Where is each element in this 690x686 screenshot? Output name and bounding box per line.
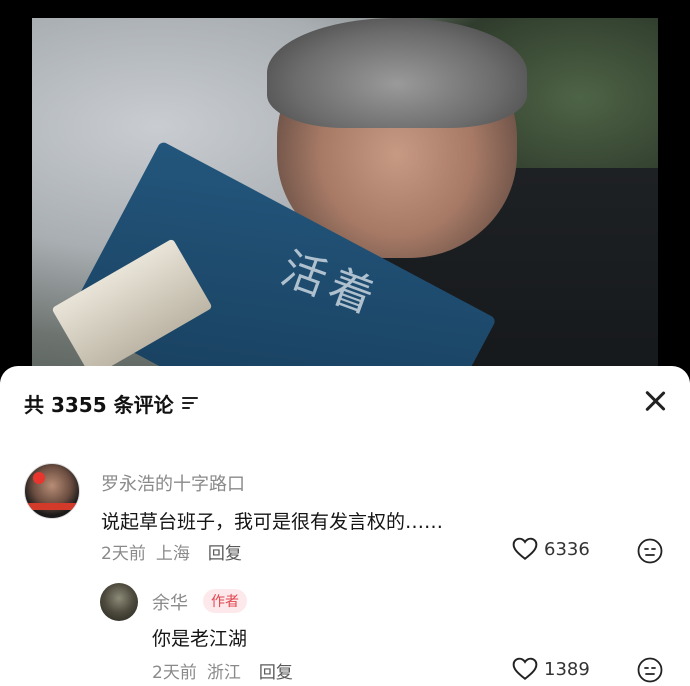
- dislike-face-icon[interactable]: [637, 538, 663, 564]
- comment-nickname[interactable]: 罗永浩的十字路口: [101, 470, 245, 496]
- reply-nickname[interactable]: 余华: [152, 589, 188, 615]
- close-icon[interactable]: [642, 388, 668, 414]
- reply-button[interactable]: 回复: [208, 539, 242, 564]
- comment-location: 上海: [155, 544, 190, 564]
- comment-count: 共 3355 条评论: [24, 392, 174, 417]
- like-button[interactable]: 6336: [512, 537, 590, 561]
- comment-time: 2天前: [101, 544, 146, 564]
- heart-icon: [512, 537, 538, 560]
- avatar-badge: [33, 472, 45, 484]
- author-tag: 作者: [203, 589, 247, 613]
- dislike-face-icon[interactable]: [637, 657, 663, 683]
- reply-like-count: 1389: [544, 658, 590, 680]
- reply-text[interactable]: 你是老江湖: [152, 624, 247, 651]
- reply-avatar[interactable]: [100, 583, 138, 621]
- reply-time: 2天前: [152, 663, 197, 683]
- reply-meta: 2天前 浙江 回复: [152, 658, 293, 683]
- filter-icon[interactable]: [181, 396, 198, 410]
- like-count: 6336: [544, 538, 590, 560]
- comment-count-header[interactable]: 共 3355 条评论: [24, 388, 198, 418]
- comment-meta: 2天前 上海 回复: [101, 539, 242, 564]
- reply-location: 浙江: [206, 663, 241, 683]
- reply-reply-button[interactable]: 回复: [259, 658, 293, 683]
- avatar-strip: [25, 503, 79, 510]
- heart-icon: [512, 657, 538, 680]
- video-player[interactable]: 活着: [0, 0, 690, 380]
- reply-like-button[interactable]: 1389: [512, 657, 590, 681]
- comment-text[interactable]: 说起草台班子，我可是很有发言权的……: [101, 507, 443, 534]
- avatar[interactable]: [24, 463, 80, 519]
- video-frame[interactable]: 活着: [32, 18, 658, 380]
- comment-sheet: 共 3355 条评论 罗永浩的十字路口 说起草台班子，我可是很有发言权的…… 2…: [0, 366, 690, 686]
- person-hair: [267, 18, 527, 128]
